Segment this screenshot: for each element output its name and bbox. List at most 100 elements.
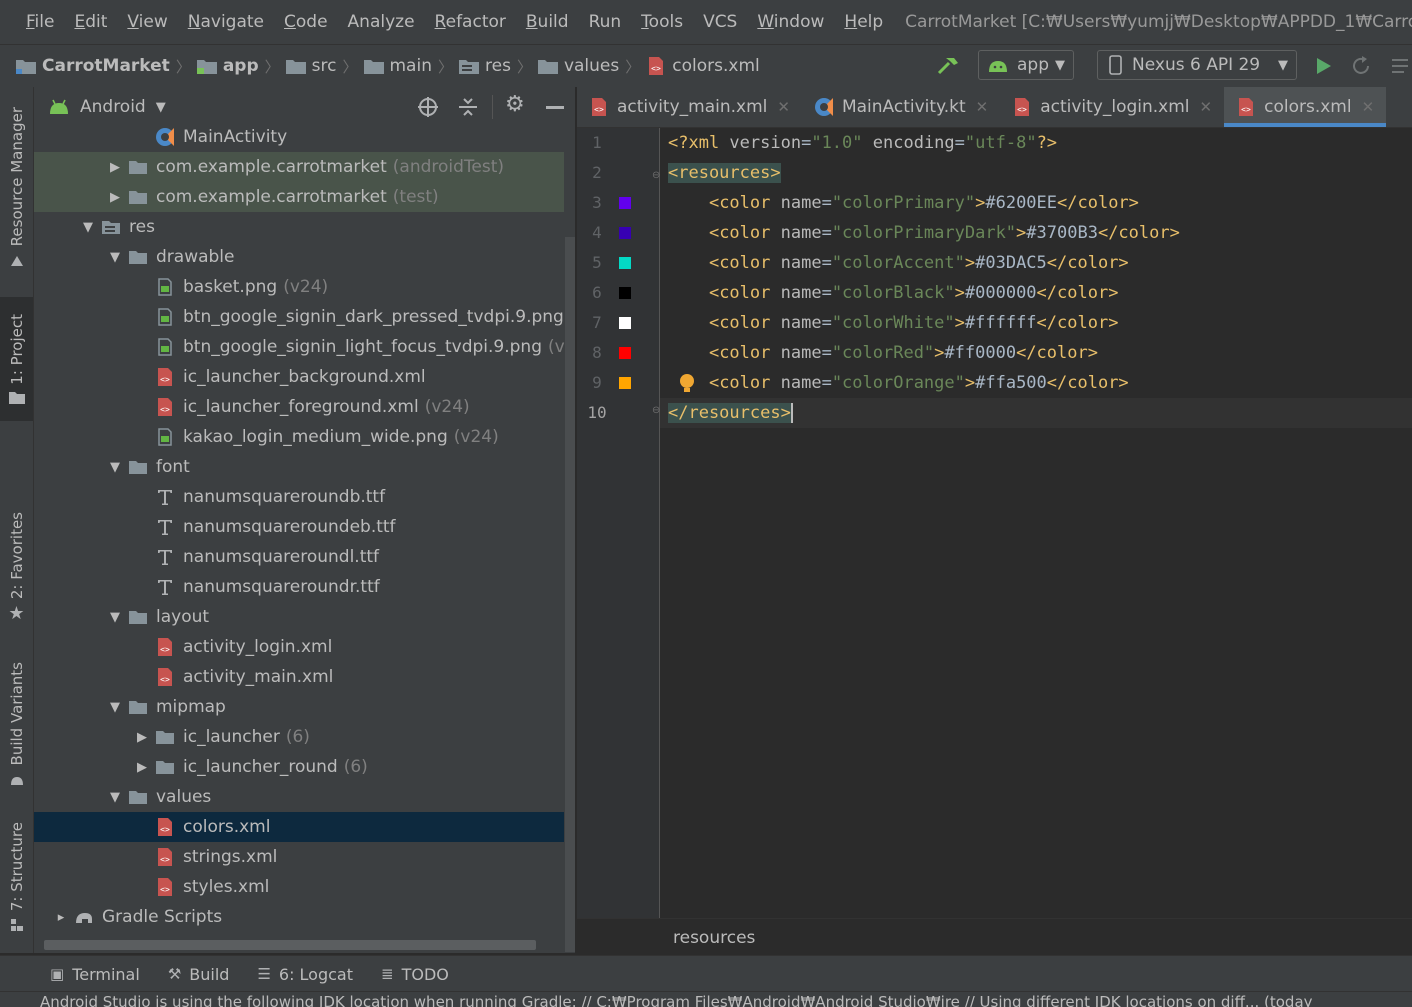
editor-tab[interactable]: MainActivity.kt ✕ — [802, 87, 1000, 127]
device-select[interactable]: Nexus 6 API 29 ▼ — [1097, 50, 1297, 80]
breadcrumb-item-res[interactable]: res 〉 — [459, 56, 538, 77]
tree-item[interactable]: ▼ res — [34, 212, 564, 242]
tree-item[interactable]: btn_google_signin_light_focus_tvdpi.9.pn… — [34, 332, 575, 362]
tree-item[interactable]: ▶ ic_launcher (6) — [34, 722, 564, 752]
tree-item[interactable]: <> ic_launcher_foreground.xml (v24) — [34, 392, 564, 422]
collapse-all-icon[interactable] — [457, 96, 479, 118]
expanded-arrow-icon[interactable]: ▼ — [108, 250, 122, 265]
color-swatch-icon[interactable] — [619, 287, 631, 299]
close-icon[interactable]: ✕ — [1200, 98, 1213, 116]
todo-tab[interactable]: ≣ TODO — [381, 965, 449, 984]
tree-item[interactable]: ▼ layout — [34, 602, 564, 632]
tree-item[interactable]: nanumsquareroundl.ttf — [34, 542, 564, 572]
build-variants-tab[interactable]: Build Variants — [0, 662, 33, 787]
tree-item[interactable]: ▼ values — [34, 782, 564, 812]
tree-item[interactable]: nanumsquareroundr.ttf — [34, 572, 564, 602]
favorites-tab[interactable]: 2: Favorites ★ — [0, 512, 33, 624]
more-actions-icon[interactable] — [1390, 57, 1412, 75]
color-swatch-icon[interactable] — [619, 347, 631, 359]
expanded-arrow-icon[interactable]: ▼ — [108, 790, 122, 805]
tree-item[interactable]: ▼ font — [34, 452, 564, 482]
hide-panel-icon[interactable] — [546, 106, 564, 109]
menu-item[interactable]: Analyze — [348, 12, 415, 32]
code-editor[interactable]: <?xml version="1.0" encoding="utf-8"?> <… — [660, 128, 1412, 918]
color-swatch-icon[interactable] — [619, 377, 631, 389]
collapsed-arrow-icon[interactable]: ▶ — [135, 760, 149, 775]
run-play-icon[interactable] — [1312, 55, 1334, 77]
tree-item[interactable]: ▼ mipmap — [34, 692, 564, 722]
color-swatch-icon[interactable] — [619, 197, 631, 209]
build-hammer-icon[interactable] — [936, 55, 960, 77]
tree-item[interactable]: ▶ ic_launcher_round (6) — [34, 752, 564, 782]
menu-item[interactable]: Refactor — [435, 12, 506, 32]
menu-item[interactable]: Navigate — [188, 12, 264, 32]
menu-item[interactable]: Tools — [641, 12, 683, 32]
breadcrumb-item-app[interactable]: app 〉 — [196, 56, 286, 77]
editor-tab[interactable]: <> colors.xml ✕ — [1224, 87, 1387, 127]
tree-item[interactable]: nanumsquareroundeb.ttf — [34, 512, 564, 542]
close-icon[interactable]: ✕ — [976, 98, 989, 116]
vertical-scrollbar[interactable] — [565, 237, 575, 952]
tree-item[interactable]: <> strings.xml — [34, 842, 564, 872]
gear-icon[interactable]: ⚙ — [505, 92, 525, 117]
run-configuration-select[interactable]: app ▼ — [978, 50, 1074, 80]
editor-tab[interactable]: <> activity_login.xml ✕ — [1000, 87, 1224, 127]
tree-item[interactable]: ▶ com.example.carrotmarket (test) — [34, 182, 564, 212]
build-tab[interactable]: ⚒ Build — [168, 965, 230, 984]
close-icon[interactable]: ✕ — [1362, 98, 1375, 116]
collapsed-arrow-icon[interactable]: ▸ — [54, 910, 68, 925]
expanded-arrow-icon[interactable]: ▼ — [81, 220, 95, 235]
tree-item[interactable]: ▼ drawable — [34, 242, 564, 272]
close-icon[interactable]: ✕ — [777, 98, 790, 116]
color-swatch-icon[interactable] — [619, 227, 631, 239]
tree-item[interactable]: ▸ Gradle Scripts — [34, 902, 564, 932]
breadcrumb-item-file[interactable]: <> colors.xml — [646, 56, 760, 76]
collapsed-arrow-icon[interactable]: ▶ — [108, 160, 122, 175]
logcat-tab[interactable]: ☰ 6: Logcat — [257, 965, 353, 984]
color-swatch-icon[interactable] — [619, 257, 631, 269]
menu-item[interactable]: Code — [284, 12, 328, 32]
breadcrumb-item-project[interactable]: CarrotMarket 〉 — [16, 56, 197, 77]
breadcrumb-item-main[interactable]: main 〉 — [363, 56, 460, 77]
structure-tab[interactable]: 7: Structure — [0, 822, 33, 933]
menu-item[interactable]: Run — [589, 12, 622, 32]
status-message[interactable]: Android Studio is using the following JD… — [40, 993, 1313, 1007]
project-view-select[interactable]: Android ▼ — [48, 97, 166, 117]
terminal-tab[interactable]: ▣ Terminal — [50, 965, 140, 984]
tree-item[interactable]: <> styles.xml — [34, 872, 564, 902]
color-swatch-icon[interactable] — [619, 317, 631, 329]
tree-item[interactable]: btn_google_signin_dark_pressed_tvdpi.9.p… — [34, 302, 575, 332]
menu-item[interactable]: Edit — [74, 12, 107, 32]
menu-item[interactable]: Window — [757, 12, 824, 32]
project-tab[interactable]: 1: Project — [0, 297, 33, 421]
tree-item[interactable]: basket.png (v24) — [34, 272, 564, 302]
tree-item[interactable]: <> colors.xml — [34, 812, 564, 842]
locate-file-icon[interactable] — [417, 96, 439, 118]
breadcrumb-item-src[interactable]: src 〉 — [285, 56, 364, 77]
breadcrumb-item-values[interactable]: values 〉 — [537, 56, 646, 77]
tree-item[interactable]: <> activity_main.xml — [34, 662, 564, 692]
editor-breadcrumb-item[interactable]: resources — [673, 928, 755, 948]
apply-changes-icon[interactable] — [1350, 55, 1372, 77]
folder-icon — [128, 157, 156, 177]
menu-item[interactable]: Build — [526, 12, 569, 32]
tree-item[interactable]: <> activity_login.xml — [34, 632, 564, 662]
lightbulb-icon[interactable] — [678, 373, 696, 395]
menu-item[interactable]: File — [26, 12, 54, 32]
collapsed-arrow-icon[interactable]: ▶ — [135, 730, 149, 745]
expanded-arrow-icon[interactable]: ▼ — [108, 700, 122, 715]
tree-item[interactable]: ▶ com.example.carrotmarket (androidTest) — [34, 152, 564, 182]
resource-manager-tab[interactable]: Resource Manager — [0, 107, 33, 268]
expanded-arrow-icon[interactable]: ▼ — [108, 460, 122, 475]
horizontal-scrollbar[interactable] — [44, 940, 536, 950]
menu-item[interactable]: VCS — [703, 12, 737, 32]
tree-item[interactable]: <> ic_launcher_background.xml — [34, 362, 564, 392]
editor-tab[interactable]: <> activity_main.xml ✕ — [577, 87, 802, 127]
menu-item[interactable]: View — [127, 12, 167, 32]
tree-item[interactable]: nanumsquareroundb.ttf — [34, 482, 564, 512]
menu-item[interactable]: Help — [844, 12, 883, 32]
expanded-arrow-icon[interactable]: ▼ — [108, 610, 122, 625]
tree-item[interactable]: MainActivity — [34, 122, 564, 152]
tree-item[interactable]: kakao_login_medium_wide.png (v24) — [34, 422, 564, 452]
collapsed-arrow-icon[interactable]: ▶ — [108, 190, 122, 205]
